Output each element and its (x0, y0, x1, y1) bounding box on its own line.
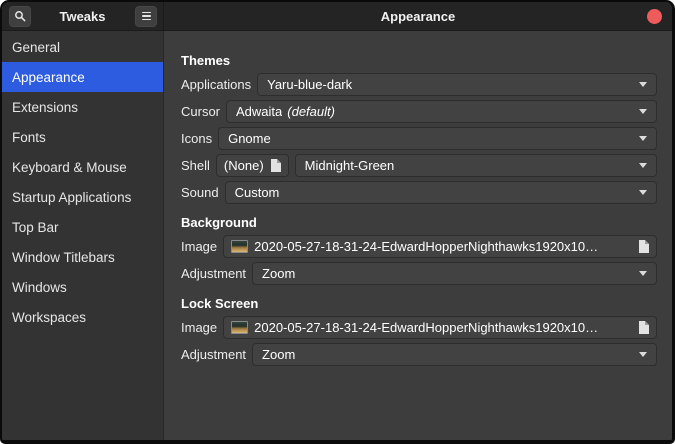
default-note: (default) (287, 104, 335, 119)
section-title-themes: Themes (181, 53, 657, 68)
lockscreen-adjustment-combobox[interactable]: Zoom (252, 343, 657, 366)
setting-row-applications: Applications Yaru-blue-dark (181, 73, 657, 96)
themes-section: Themes Applications Yaru-blue-dark Curso… (181, 53, 657, 204)
section-title-background: Background (181, 215, 657, 230)
close-button[interactable] (647, 9, 662, 24)
document-open-icon (270, 159, 281, 172)
setting-row-background-adjustment: Adjustment Zoom (181, 262, 657, 285)
lock-screen-section: Lock Screen Image 2020-05-27-18-31-24-Ed… (181, 296, 657, 366)
page-title: Appearance (381, 9, 455, 24)
sidebar: General Appearance Extensions Fonts Keyb… (2, 31, 164, 440)
sidebar-item-extensions[interactable]: Extensions (2, 92, 163, 122)
background-adjustment-combobox[interactable]: Zoom (252, 262, 657, 285)
sidebar-item-workspaces[interactable]: Workspaces (2, 302, 163, 332)
setting-row-lockscreen-image: Image 2020-05-27-18-31-24-EdwardHopperNi… (181, 316, 657, 339)
setting-row-sound: Sound Custom (181, 181, 657, 204)
section-title-lock-screen: Lock Screen (181, 296, 657, 311)
shell-theme-combobox[interactable]: Midnight-Green (295, 154, 657, 177)
chevron-down-icon (639, 163, 647, 168)
setting-row-icons: Icons Gnome (181, 127, 657, 150)
menu-button[interactable] (135, 6, 157, 27)
sidebar-header: Tweaks (2, 2, 164, 30)
background-section: Background Image 2020-05-27-18-31-24-Edw… (181, 215, 657, 285)
adjustment-label: Adjustment (181, 347, 246, 362)
chevron-down-icon (639, 136, 647, 141)
chevron-down-icon (639, 352, 647, 357)
shell-theme-file-button[interactable]: (None) (216, 154, 289, 177)
applications-theme-combobox[interactable]: Yaru-blue-dark (257, 73, 657, 96)
background-image-button[interactable]: 2020-05-27-18-31-24-EdwardHopperNighthaw… (223, 235, 657, 258)
sound-theme-combobox[interactable]: Custom (225, 181, 657, 204)
icons-label: Icons (181, 131, 212, 146)
main-header: Appearance (164, 2, 672, 30)
sidebar-item-general[interactable]: General (2, 32, 163, 62)
sidebar-item-startup-applications[interactable]: Startup Applications (2, 182, 163, 212)
shell-label: Shell (181, 158, 210, 173)
search-button[interactable] (9, 6, 31, 27)
chevron-down-icon (639, 82, 647, 87)
image-label: Image (181, 239, 217, 254)
cursor-theme-combobox[interactable]: Adwaita (default) (226, 100, 657, 123)
cursor-label: Cursor (181, 104, 220, 119)
icons-theme-combobox[interactable]: Gnome (218, 127, 657, 150)
sidebar-item-fonts[interactable]: Fonts (2, 122, 163, 152)
image-thumbnail-icon (231, 321, 248, 334)
setting-row-background-image: Image 2020-05-27-18-31-24-EdwardHopperNi… (181, 235, 657, 258)
document-open-icon (638, 240, 649, 253)
setting-row-shell: Shell (None) Midnight-Green (181, 154, 657, 177)
image-label: Image (181, 320, 217, 335)
chevron-down-icon (639, 190, 647, 195)
lockscreen-image-button[interactable]: 2020-05-27-18-31-24-EdwardHopperNighthaw… (223, 316, 657, 339)
sound-label: Sound (181, 185, 219, 200)
chevron-down-icon (639, 271, 647, 276)
applications-label: Applications (181, 77, 251, 92)
image-thumbnail-icon (231, 240, 248, 253)
chevron-down-icon (639, 109, 647, 114)
app-title: Tweaks (59, 9, 105, 24)
sidebar-item-top-bar[interactable]: Top Bar (2, 212, 163, 242)
sidebar-item-windows[interactable]: Windows (2, 272, 163, 302)
adjustment-label: Adjustment (181, 266, 246, 281)
appearance-panel: Themes Applications Yaru-blue-dark Curso… (164, 31, 672, 440)
sidebar-item-appearance[interactable]: Appearance (2, 62, 163, 92)
search-icon (14, 10, 26, 22)
tweaks-window: Tweaks Appearance General Appearance Ext… (0, 0, 675, 444)
sidebar-item-window-titlebars[interactable]: Window Titlebars (2, 242, 163, 272)
setting-row-lockscreen-adjustment: Adjustment Zoom (181, 343, 657, 366)
hamburger-icon (142, 12, 151, 21)
titlebar: Tweaks Appearance (2, 2, 672, 31)
document-open-icon (638, 321, 649, 334)
setting-row-cursor: Cursor Adwaita (default) (181, 100, 657, 123)
sidebar-item-keyboard-mouse[interactable]: Keyboard & Mouse (2, 152, 163, 182)
